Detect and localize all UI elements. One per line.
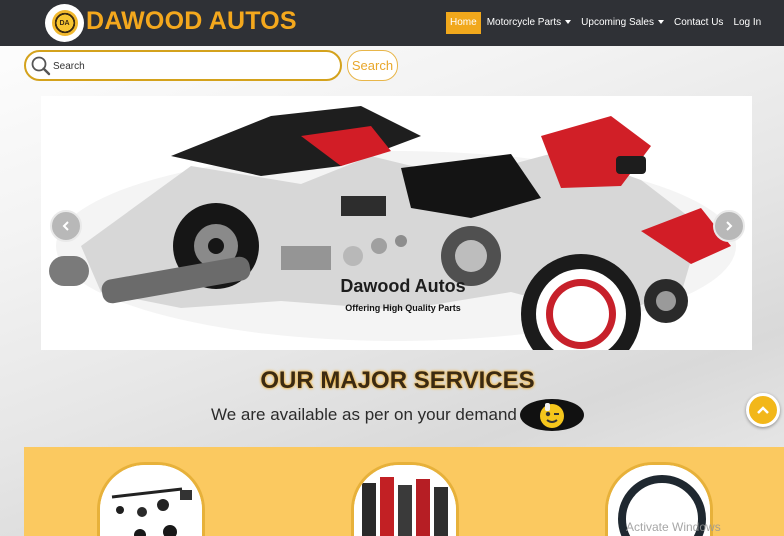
carousel-title: Dawood Autos xyxy=(340,276,466,296)
carousel-subtitle: Offering High Quality Parts xyxy=(345,303,461,313)
search-button[interactable]: Search xyxy=(347,50,398,81)
chevron-right-icon xyxy=(726,221,733,231)
caret-down-icon xyxy=(565,20,572,25)
service-card-parts[interactable] xyxy=(97,462,205,536)
nav-motorcycle-parts[interactable]: Motorcycle Parts xyxy=(483,12,575,34)
search-box xyxy=(24,50,342,81)
brand-name[interactable]: DAWOOD AUTOS xyxy=(86,6,297,36)
chevron-up-icon xyxy=(757,406,769,414)
bike-parts-image xyxy=(100,465,202,536)
hero-carousel: Dawood Autos Offering High Quality Parts xyxy=(41,96,752,350)
carousel-next-button[interactable] xyxy=(713,210,745,242)
nav-log-in[interactable]: Log In xyxy=(729,12,765,34)
emoji-icon xyxy=(520,399,584,431)
search-input[interactable] xyxy=(53,56,333,76)
nav-upcoming-sales-label: Upcoming Sales xyxy=(581,17,654,28)
nav-upcoming-sales[interactable]: Upcoming Sales xyxy=(577,12,668,34)
top-navbar: DA DAWOOD AUTOS Home Motorcycle Parts Up… xyxy=(0,0,784,46)
back-to-top-button[interactable] xyxy=(746,393,780,427)
nav-contact-us[interactable]: Contact Us xyxy=(670,12,727,34)
winking-face-icon xyxy=(540,403,564,428)
nav-home-label: Home xyxy=(450,17,477,28)
nav-home[interactable]: Home xyxy=(446,12,481,34)
nav-log-in-label: Log In xyxy=(733,17,762,28)
service-card-suspension[interactable] xyxy=(351,462,459,536)
services-title: OUR MAJOR SERVICES xyxy=(260,367,535,394)
nav-contact-us-label: Contact Us xyxy=(673,17,724,28)
os-watermark: Activate Windows xyxy=(626,520,721,534)
services-subtitle: We are available as per on your demand xyxy=(211,405,517,424)
logo-emblem: DA xyxy=(51,10,78,36)
chevron-left-icon xyxy=(62,221,69,231)
search-icon xyxy=(31,56,51,76)
caret-down-icon xyxy=(657,20,664,25)
carousel-prev-button[interactable] xyxy=(50,210,82,242)
brand-logo[interactable]: DA xyxy=(45,4,84,42)
nav-motorcycle-parts-label: Motorcycle Parts xyxy=(486,17,562,28)
shock-absorbers-image xyxy=(354,465,456,536)
nav-menu: Home Motorcycle Parts Upcoming Sales Con… xyxy=(446,12,767,34)
